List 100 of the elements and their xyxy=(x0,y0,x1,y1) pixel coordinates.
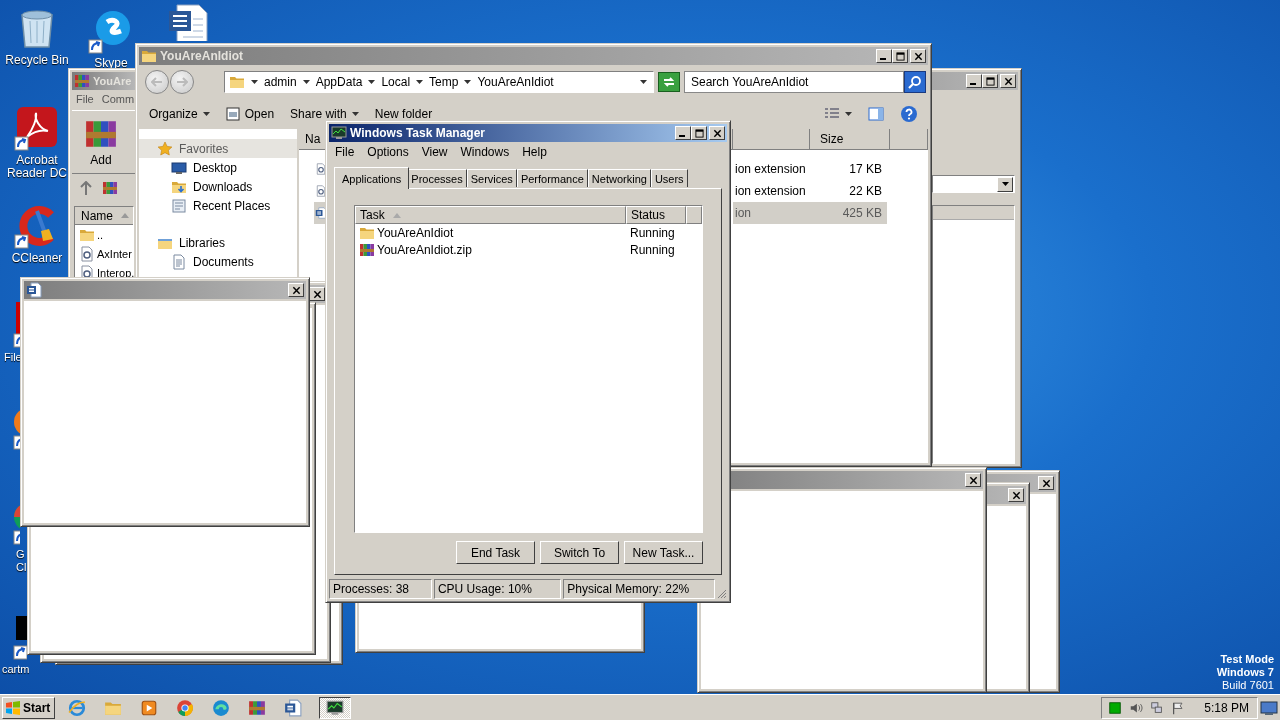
file-size: 425 KB xyxy=(841,206,882,220)
toolbar-button[interactable]: Share with xyxy=(284,105,365,123)
menu-item[interactable]: Windows xyxy=(460,145,510,159)
sort-arrow-icon xyxy=(121,213,129,218)
close-button[interactable] xyxy=(709,126,725,140)
close-icon xyxy=(968,475,978,485)
action-button[interactable]: New Task... xyxy=(624,541,703,564)
search-button[interactable] xyxy=(904,71,926,93)
close-button[interactable] xyxy=(288,283,304,297)
status-square-icon[interactable] xyxy=(1108,700,1123,715)
minimize-icon xyxy=(880,58,886,60)
sort-arrow-icon xyxy=(392,212,401,218)
file-row[interactable]: ion extension 17 KB xyxy=(733,158,887,180)
taskbar-button[interactable] xyxy=(319,696,352,719)
minimize-button[interactable] xyxy=(966,74,982,88)
close-button[interactable] xyxy=(910,49,926,63)
toolbar-button[interactable]: New folder xyxy=(368,105,439,123)
menu-item[interactable]: Options xyxy=(367,145,409,159)
column-header[interactable]: Na xyxy=(299,129,327,150)
start-button[interactable]: Start xyxy=(2,696,56,719)
file-row[interactable]: ion 425 KB xyxy=(733,202,887,224)
add-button[interactable]: Add xyxy=(78,115,124,169)
column-header[interactable] xyxy=(890,129,928,150)
nav-item[interactable]: Desktop xyxy=(139,158,297,177)
icon-label[interactable]: cartm xyxy=(2,663,30,676)
search-field[interactable]: Search YouAreAnIdiot xyxy=(684,71,904,93)
refresh-button[interactable] xyxy=(658,72,680,92)
resize-grip-icon xyxy=(717,589,727,599)
close-button[interactable] xyxy=(1038,476,1054,490)
monitor-icon xyxy=(171,159,187,176)
column-header[interactable]: Size xyxy=(810,129,890,150)
caret-icon xyxy=(1001,182,1009,186)
close-icon xyxy=(1003,76,1013,86)
column-header[interactable]: Name xyxy=(75,207,133,225)
status-pane: Processes: 38 xyxy=(329,579,432,599)
breadcrumb-item[interactable]: Temp xyxy=(429,75,459,89)
app-shortcut-icon[interactable] xyxy=(12,300,20,348)
forward-button[interactable] xyxy=(170,70,194,94)
refresh-icon xyxy=(662,76,676,88)
address-bar[interactable]: admin AppData Local Temp YouAreAnIdiot xyxy=(224,71,654,93)
maximize-button[interactable] xyxy=(691,126,707,140)
close-button[interactable] xyxy=(1008,488,1024,502)
browser-icon xyxy=(176,698,195,717)
nav-item[interactable]: Favorites xyxy=(139,139,297,158)
breadcrumb-item[interactable]: YouAreAnIdiot xyxy=(477,75,554,89)
icon-label[interactable]: G Cl xyxy=(16,548,27,574)
show-desktop-icon[interactable] xyxy=(1260,699,1278,716)
task-name: YouAreAnIdiot xyxy=(377,225,454,240)
action-button[interactable]: End Task xyxy=(456,541,535,564)
icon-label[interactable]: File xyxy=(4,351,22,364)
archive-icon xyxy=(74,73,90,89)
file-row[interactable]: ion extension 22 KB xyxy=(733,180,887,202)
column-header[interactable] xyxy=(733,129,810,150)
windows-logo-icon xyxy=(5,699,21,716)
breadcrumb-item[interactable]: admin xyxy=(264,75,297,89)
nav-item[interactable]: Libraries xyxy=(139,233,297,252)
flag-icon[interactable] xyxy=(1171,700,1186,715)
minimize-button[interactable] xyxy=(876,49,892,63)
tab[interactable]: Networking xyxy=(587,169,651,187)
network-icon[interactable] xyxy=(1150,700,1165,715)
column-header[interactable]: Task xyxy=(355,206,626,224)
clock[interactable]: 5:18 PM xyxy=(1204,700,1249,715)
toolbar-button[interactable]: Organize xyxy=(143,105,216,123)
tab[interactable]: Services xyxy=(466,169,517,187)
tab[interactable]: Applications xyxy=(334,167,410,189)
play-icon xyxy=(140,698,159,717)
tab[interactable]: Performance xyxy=(516,169,588,187)
maximize-icon xyxy=(985,76,995,86)
action-button[interactable]: Switch To xyxy=(540,541,619,564)
menu-item[interactable]: Comm xyxy=(101,93,135,107)
column-header[interactable]: Status xyxy=(626,206,686,224)
chevron-icon xyxy=(416,80,424,84)
nav-item[interactable]: Recent Places xyxy=(139,196,297,215)
icon-label[interactable]: Recycle Bin xyxy=(5,54,69,67)
menu-item[interactable]: Help xyxy=(522,145,547,159)
nav-item[interactable]: Documents xyxy=(139,252,297,271)
up-button[interactable] xyxy=(80,181,92,195)
maximize-button[interactable] xyxy=(892,49,908,63)
menu-item[interactable]: File xyxy=(335,145,355,159)
close-icon xyxy=(291,285,301,295)
maximize-icon xyxy=(895,51,905,61)
caret-icon xyxy=(202,112,210,116)
breadcrumb-item[interactable]: AppData xyxy=(315,75,363,89)
icon-label[interactable]: CCleaner xyxy=(11,252,63,265)
settings-file-icon xyxy=(79,245,95,262)
minimize-icon xyxy=(970,83,976,85)
minimize-button[interactable] xyxy=(675,126,691,140)
close-button[interactable] xyxy=(965,473,981,487)
breadcrumb-item[interactable]: Local xyxy=(381,75,411,89)
menu-item[interactable]: File xyxy=(76,93,94,107)
nav-item[interactable]: Downloads xyxy=(139,177,297,196)
toolbar-button[interactable]: Open xyxy=(219,105,281,123)
close-button[interactable] xyxy=(1000,74,1016,88)
back-button[interactable] xyxy=(145,70,169,94)
tab[interactable]: Users xyxy=(650,169,688,187)
maximize-button[interactable] xyxy=(982,74,998,88)
menu-item[interactable]: View xyxy=(421,145,448,159)
dropdown[interactable] xyxy=(932,175,1015,193)
icon-label[interactable]: Acrobat Reader DC xyxy=(7,154,67,180)
tab[interactable]: Processes xyxy=(407,169,467,187)
